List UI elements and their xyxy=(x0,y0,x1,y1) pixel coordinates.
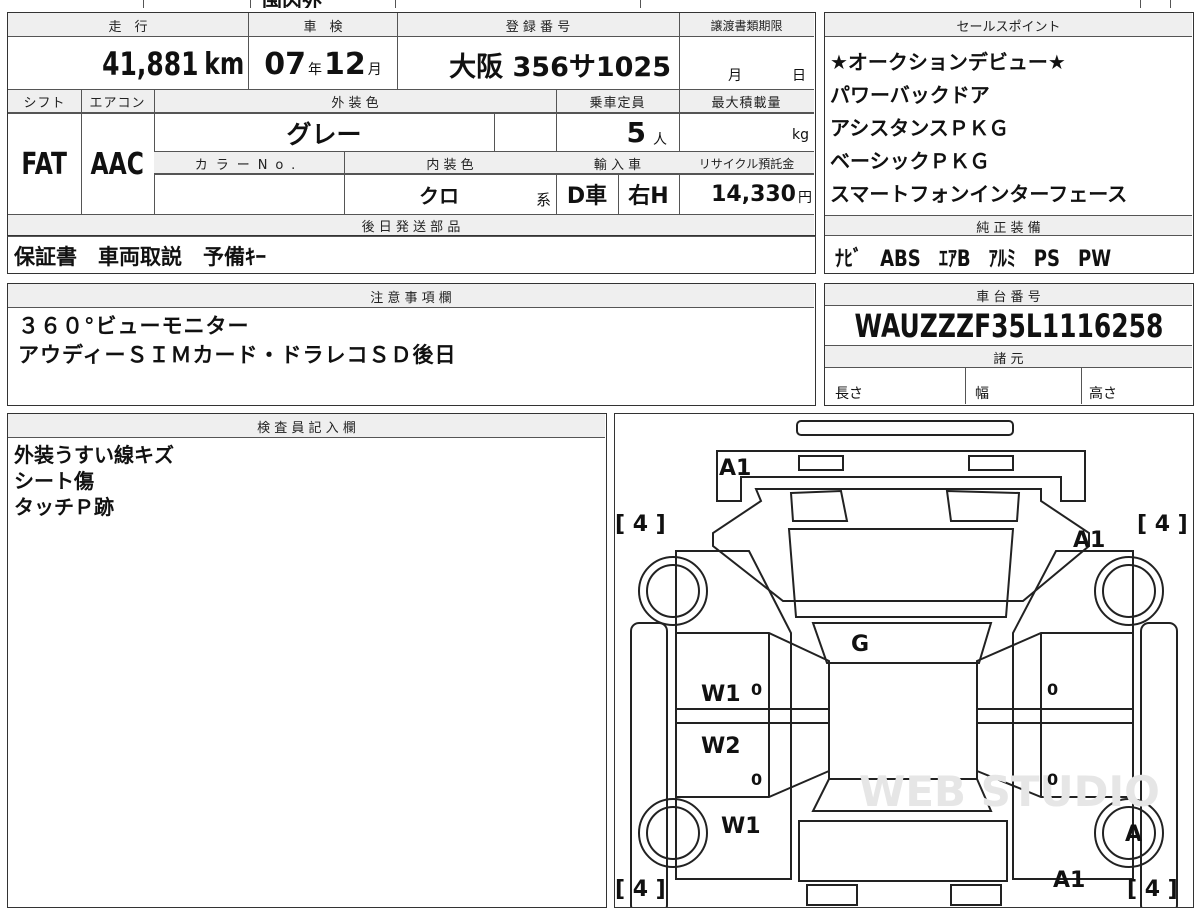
shift-label: シフト xyxy=(23,96,66,111)
steering-value: 右H xyxy=(628,184,669,209)
capacity-value: 5 xyxy=(626,116,646,149)
import-label: 輸 入 車 xyxy=(593,157,642,173)
door-fr-zero: 0 xyxy=(1047,680,1058,699)
tire-front-left: [ 4 ] xyxy=(615,512,666,537)
mileage-number: 41,881 xyxy=(102,45,199,83)
door-fl-zero: 0 xyxy=(751,680,762,699)
mileage-unit: km xyxy=(204,46,244,82)
tire-front-right: [ 4 ] xyxy=(1137,512,1188,537)
mark-rear-left: W1 xyxy=(721,814,761,839)
inspection-label: 車 検 xyxy=(303,19,343,35)
sales-point-4: ベーシックＰＫＧ xyxy=(830,149,990,173)
inspection-year-unit: 年 xyxy=(308,62,322,78)
mark-door-rl: W2 xyxy=(701,734,741,759)
sales-points-label: セールスポイント xyxy=(956,19,1061,35)
mileage-label: 走 行 xyxy=(108,19,148,35)
mileage-value: 41,881 km xyxy=(8,39,244,89)
sales-point-5: スマートフォンインターフェース xyxy=(830,182,1128,206)
registration-number: 大阪 356サ1025 xyxy=(449,51,671,83)
spec-height-label: 高さ xyxy=(1089,386,1117,402)
car-diagram: WEB STUDIO A1 A1 G W1 W2 W1 A A1 [ 4 ] [… xyxy=(614,413,1194,908)
inspection-value: 07 年 12 月 xyxy=(249,39,397,89)
spec-width-label: 幅 xyxy=(975,386,989,402)
vehicle-info-table: 走 行 車 検 登 録 番 号 譲渡書類期限 41,881 km 07 年 12… xyxy=(7,12,816,236)
top-strip: 国内外 xyxy=(0,0,1200,8)
note-line-2: アウディーＳＩＭカード・ドラレコＳＤ後日 xyxy=(18,343,457,367)
sales-point-3: アシスタンスＰＫＧ xyxy=(830,116,1009,140)
equipment-items: ﾅﾋﾞ ABS ｴｱB ｱﾙﾐ PS PW xyxy=(835,247,1112,272)
notes-label: 注 意 事 項 欄 xyxy=(370,290,452,306)
mark-rear-right: A1 xyxy=(1053,868,1085,893)
interior-suffix: 系 xyxy=(536,191,552,209)
notes-box: 注 意 事 項 欄 ３６０°ビューモニター アウディーＳＩＭカード・ドラレコＳＤ… xyxy=(7,283,816,406)
transfer-label: 譲渡書類期限 xyxy=(710,18,783,33)
inspector-line-2: シート傷 xyxy=(14,469,94,493)
max-load-unit: kg xyxy=(792,127,809,143)
inspection-month: 12 xyxy=(324,46,366,82)
inspector-box: 検 査 員 記 入 欄 外装うすい線キズ シート傷 タッチＰ跡 xyxy=(7,413,607,908)
equipment-label: 純 正 装 備 xyxy=(976,220,1041,236)
inspection-month-unit: 月 xyxy=(367,62,382,78)
recycle-fee-number: 14,330 xyxy=(711,181,796,207)
ac-label: エアコン xyxy=(89,96,146,111)
ac-text: AAC xyxy=(90,146,145,182)
registration-label: 登 録 番 号 xyxy=(505,19,571,35)
note-line-1: ３６０°ビューモニター xyxy=(18,314,250,338)
door-rr-zero: 0 xyxy=(1047,770,1058,789)
inspector-line-1: 外装うすい線キズ xyxy=(14,443,174,467)
watermark: WEB STUDIO xyxy=(859,767,1160,816)
mark-rear-right-wheel: A xyxy=(1125,822,1142,847)
inspector-line-3: タッチＰ跡 xyxy=(14,495,114,519)
import-type: D車 xyxy=(566,184,608,209)
max-load-label: 最大積載量 xyxy=(711,96,782,111)
recycle-fee: 14,330 円 xyxy=(679,175,812,213)
mark-front-bumper: A1 xyxy=(719,456,751,481)
mark-front-right: A1 xyxy=(1073,528,1105,553)
mark-windshield: G xyxy=(851,632,869,657)
specs-label: 諸 元 xyxy=(993,351,1024,367)
tire-rear-left: [ 4 ] xyxy=(615,877,666,902)
transfer-month-unit: 月 xyxy=(728,68,742,84)
chassis-number-text: WAUZZZF35L1116258 xyxy=(854,307,1163,345)
chassis-number: WAUZZZF35L1116258 xyxy=(825,307,1192,345)
color-no-label: カラーNo. xyxy=(194,157,304,173)
inspector-label: 検 査 員 記 入 欄 xyxy=(257,420,356,436)
mark-door-fl: W1 xyxy=(701,682,741,707)
recycle-label: リサイクル預託金 xyxy=(698,156,795,171)
chassis-label: 車 台 番 号 xyxy=(976,289,1041,305)
interior-color-label: 内 装 色 xyxy=(426,157,474,173)
exterior-color-value: グレー xyxy=(286,119,362,149)
door-rl-zero: 0 xyxy=(751,770,762,789)
inspection-year: 07 xyxy=(264,46,306,82)
sales-point-2: パワーバックドア xyxy=(830,83,990,107)
top-strip-text: 国内外 xyxy=(262,0,322,8)
spec-length-label: 長さ xyxy=(835,386,863,402)
exterior-color-label: 外 装 色 xyxy=(331,96,379,111)
recycle-fee-unit: 円 xyxy=(798,190,812,206)
shift-text: FAT xyxy=(21,146,68,182)
shift-value: FAT xyxy=(8,114,81,214)
later-parts-items: 保証書 車両取説 予備ｷｰ xyxy=(14,245,266,269)
tire-rear-right: [ 4 ] xyxy=(1127,877,1178,902)
transfer-day-unit: 日 xyxy=(792,68,806,84)
sales-point-1: ★オークションデビュー★ xyxy=(830,50,1066,74)
car-diagram-svg: WEB STUDIO A1 A1 G W1 W2 W1 A A1 [ 4 ] [… xyxy=(615,420,1188,907)
capacity-unit: 人 xyxy=(653,132,667,148)
ac-value: AAC xyxy=(81,114,154,214)
interior-color-value: クロ xyxy=(419,183,459,208)
capacity-label: 乗車定員 xyxy=(589,96,646,111)
chassis-box: 車 台 番 号 WAUZZZF35L1116258 諸 元 長さ 幅 高さ xyxy=(824,283,1194,406)
later-parts-box: 保証書 車両取説 予備ｷｰ xyxy=(7,236,816,274)
later-parts-label: 後 日 発 送 部 品 xyxy=(361,219,461,235)
